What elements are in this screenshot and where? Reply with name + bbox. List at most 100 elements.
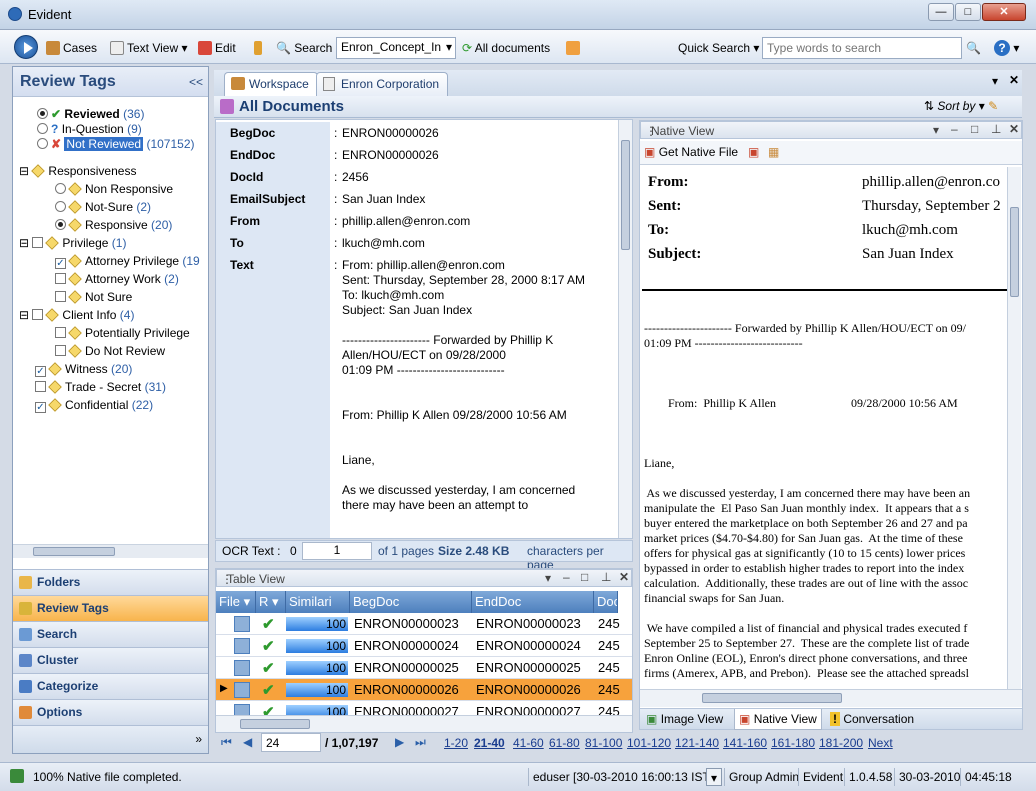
page-link[interactable]: 121-140 [675, 736, 719, 750]
page-link[interactable]: 61-80 [549, 736, 580, 750]
tag-client-info[interactable]: ⊟ Client Info (4) [19, 307, 134, 323]
nav-search[interactable]: Search [13, 621, 208, 647]
concept-combo[interactable]: Enron_Concept_In ▾ [336, 37, 456, 59]
radio[interactable] [55, 219, 66, 230]
chevron-double-down-icon[interactable]: » [195, 732, 202, 746]
all-documents-button[interactable]: ⟳ All documents [462, 39, 550, 57]
col-doc[interactable]: Doc [594, 591, 618, 613]
panel-menu-icon[interactable]: ▾ [933, 123, 939, 137]
search-button[interactable]: 🔍 Search [276, 39, 332, 57]
panel-minimize-icon[interactable]: – [563, 570, 570, 584]
tag-responsiveness[interactable]: ⊟ Responsiveness [19, 163, 136, 179]
scroll-thumb[interactable] [240, 719, 310, 729]
page-link[interactable]: 1-20 [444, 736, 468, 750]
checkbox[interactable]: ✓ [35, 366, 46, 377]
native-hscrollbar[interactable] [640, 689, 1022, 707]
page-link[interactable]: 81-100 [585, 736, 622, 750]
checkbox[interactable] [32, 309, 44, 320]
nav-review-tags[interactable]: Review Tags [13, 595, 208, 621]
help-icon[interactable]: ? ▾ [994, 39, 1019, 57]
radio[interactable] [55, 201, 66, 212]
native-vscrollbar[interactable] [1007, 167, 1021, 689]
scroll-thumb[interactable] [621, 140, 630, 250]
pdf-icon[interactable]: ▣ [748, 145, 759, 159]
tree-hscrollbar[interactable] [13, 544, 208, 558]
checkbox[interactable] [55, 327, 66, 338]
panel-close-icon[interactable]: ✕ [1009, 122, 1019, 136]
tab-native-view[interactable]: ▣ Native View [734, 709, 822, 730]
tab-image-view[interactable]: ▣ Image View [646, 712, 723, 726]
collapse-icon[interactable]: ⊟ [19, 236, 29, 250]
collapse-icon[interactable]: ⊟ [19, 164, 29, 178]
collapse-icon[interactable]: ⊟ [19, 308, 29, 322]
tag-reviewed[interactable]: ✔ Reviewed (36) [37, 106, 144, 122]
tag-trade-secret[interactable]: Trade - Secret (31) [35, 379, 166, 395]
page-link[interactable]: 141-160 [723, 736, 767, 750]
tab-workspace[interactable]: Workspace [224, 72, 318, 96]
checkbox[interactable] [32, 237, 44, 248]
prev-page-icon[interactable]: ◀ [243, 735, 252, 749]
scroll-thumb[interactable] [33, 547, 115, 556]
col-r[interactable]: R ▾ [256, 591, 286, 613]
tag-do-not-review[interactable]: Do Not Review [55, 343, 165, 359]
panel-pin-icon[interactable]: ⊥ [601, 570, 611, 584]
edit-button[interactable]: Edit [198, 39, 236, 57]
tag-non-responsive[interactable]: Non Responsive [55, 181, 173, 197]
checkbox[interactable]: ✓ [35, 402, 46, 413]
checkbox[interactable] [55, 345, 66, 356]
tab-enron[interactable]: Enron Corporation [316, 72, 449, 96]
nav-folders[interactable]: Folders [13, 569, 208, 595]
checkbox[interactable]: ✓ [55, 258, 66, 269]
tab-close-icon[interactable]: ✕ [1009, 73, 1019, 87]
page-link[interactable]: 101-120 [627, 736, 671, 750]
nav-categorize[interactable]: Categorize [13, 673, 208, 699]
checkbox[interactable] [35, 381, 46, 392]
last-page-icon[interactable]: ⏭ [415, 735, 426, 750]
panel-minimize-icon[interactable]: – [951, 122, 958, 136]
radio[interactable] [37, 138, 48, 149]
panel-maximize-icon[interactable]: □ [581, 570, 588, 584]
table-row[interactable]: ✔ 100 ENRON00000024 ENRON00000024 245 [216, 635, 632, 657]
col-file[interactable]: File ▾ [216, 591, 256, 613]
maximize-button[interactable]: □ [955, 3, 981, 21]
panel-maximize-icon[interactable]: □ [971, 122, 978, 136]
table-hscrollbar[interactable] [216, 715, 632, 732]
go-button[interactable] [14, 35, 38, 59]
minimize-button[interactable]: — [928, 3, 954, 21]
panel-pin-icon[interactable]: ⊥ [991, 122, 1001, 136]
quick-search-dropdown[interactable]: Quick Search ▾ [678, 39, 759, 57]
sort-by-button[interactable]: ⇅ Sort by ▾ ✎ [924, 99, 998, 113]
tag-privilege[interactable]: ⊟ Privilege (1) [19, 235, 126, 251]
next-link[interactable]: Next [868, 736, 893, 750]
collapse-button[interactable]: << [189, 75, 203, 89]
fields-vscrollbar[interactable] [618, 120, 632, 538]
quick-search-input[interactable] [762, 37, 962, 59]
checkbox[interactable] [55, 291, 66, 302]
tag-witness[interactable]: ✓ Witness (20) [35, 361, 132, 377]
export-icon[interactable] [566, 39, 583, 57]
page-link[interactable]: 161-180 [771, 736, 815, 750]
col-enddoc[interactable]: EndDoc [472, 591, 594, 613]
table-row-selected[interactable]: ▶ ✔ 100 ENRON00000026 ENRON00000026 245 [216, 679, 632, 701]
tag-not-sure-2[interactable]: Not Sure [55, 289, 132, 305]
tag-not-reviewed[interactable]: ✘ Not Reviewed (107152) [37, 136, 195, 152]
close-button[interactable]: ✕ [982, 3, 1026, 21]
next-page-icon[interactable]: ▶ [395, 735, 404, 749]
get-native-file-button[interactable]: ▣ Get Native File [644, 145, 738, 159]
columns-icon[interactable] [254, 39, 265, 57]
tag-not-sure[interactable]: Not-Sure (2) [55, 199, 151, 215]
tag-attorney-privilege[interactable]: ✓ Attorney Privilege (19 [55, 253, 200, 269]
cases-button[interactable]: Cases [46, 39, 97, 57]
status-dropdown[interactable]: ▾ [706, 768, 723, 786]
tag-attorney-work[interactable]: Attorney Work (2) [55, 271, 179, 287]
col-begdoc[interactable]: BegDoc [350, 591, 472, 613]
col-similarity[interactable]: Similari [286, 591, 350, 613]
tag-in-question[interactable]: ? In-Question (9) [37, 121, 142, 137]
tag-responsive[interactable]: Responsive (20) [55, 217, 172, 233]
radio[interactable] [55, 183, 66, 194]
panel-close-icon[interactable]: ✕ [619, 570, 629, 584]
page-link[interactable]: 181-200 [819, 736, 863, 750]
checkbox[interactable] [55, 273, 66, 284]
table-row[interactable]: ✔ 100 ENRON00000023 ENRON00000023 245 [216, 613, 632, 635]
search-go-icon[interactable]: 🔍 [966, 39, 981, 57]
